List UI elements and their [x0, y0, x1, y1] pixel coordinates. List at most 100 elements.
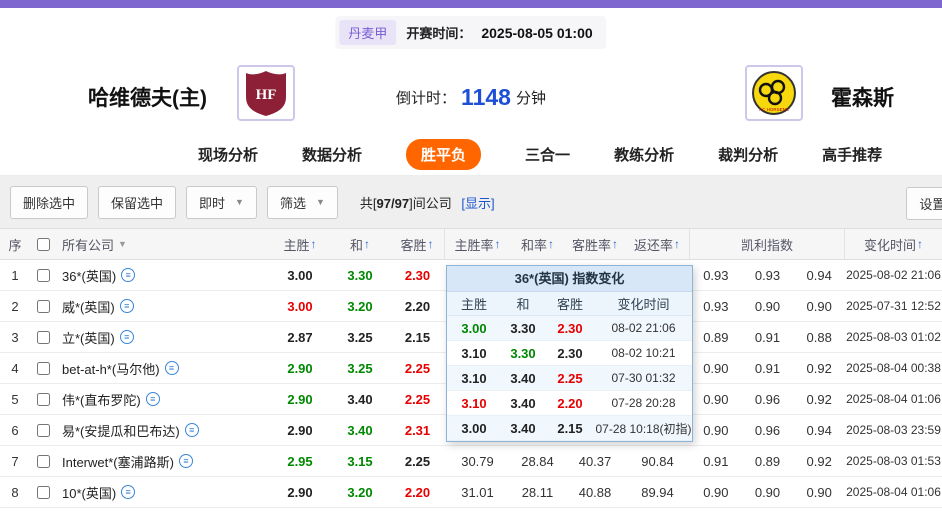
row-checkbox[interactable]: [36, 392, 50, 406]
draw-odds[interactable]: 3.15: [330, 446, 390, 476]
odds-trend-icon[interactable]: ≡: [119, 299, 134, 313]
row-checkbox[interactable]: [36, 330, 50, 344]
away-odds[interactable]: 2.25: [390, 446, 445, 476]
show-link[interactable]: [显示]: [461, 196, 494, 211]
away-odds[interactable]: 2.20: [390, 477, 445, 507]
company-name[interactable]: 10*(英国): [62, 483, 116, 502]
row-checkbox[interactable]: [36, 361, 50, 375]
header-away-odds[interactable]: 客胜 ↑: [390, 229, 445, 259]
tab-expert[interactable]: 高手推荐: [822, 144, 882, 165]
away-odds[interactable]: 2.30: [390, 260, 445, 290]
header-away-rate[interactable]: 客胜率 ↑: [565, 229, 625, 259]
home-odds[interactable]: 3.00: [270, 291, 330, 321]
odds-trend-icon[interactable]: ≡: [164, 361, 179, 375]
popup-header-time: 变化时间: [617, 297, 670, 312]
odds-trend-icon[interactable]: ≡: [184, 423, 199, 437]
row-index: 3: [11, 329, 19, 345]
row-index: 5: [11, 391, 19, 407]
header-draw-odds-label: 和: [349, 237, 363, 253]
row-checkbox[interactable]: [36, 485, 50, 499]
company-name[interactable]: 立*(英国): [62, 328, 115, 347]
home-odds[interactable]: 2.90: [270, 477, 330, 507]
popup-change-time: 07-30 01:32: [611, 371, 676, 385]
header-home-rate[interactable]: 主胜率 ↑: [445, 229, 510, 259]
header-draw-odds[interactable]: 和 ↑: [330, 229, 390, 259]
row-checkbox[interactable]: [36, 423, 50, 437]
header-home-odds[interactable]: 主胜 ↑: [270, 229, 330, 259]
draw-odds[interactable]: 3.20: [330, 477, 390, 507]
draw-odds[interactable]: 3.25: [330, 322, 390, 352]
draw-odds[interactable]: 3.40: [330, 384, 390, 414]
company-name[interactable]: 易*(安提瓜和巴布达): [62, 421, 180, 440]
home-odds[interactable]: 2.87: [270, 322, 330, 352]
header-return-rate[interactable]: 返还率 ↑: [625, 229, 690, 259]
popup-history-row: 3.10 3.30 2.30 08-02 10:21: [447, 341, 692, 366]
change-time: 2025-08-04 01:06: [846, 485, 941, 499]
odds-trend-icon[interactable]: ≡: [178, 454, 193, 468]
away-odds[interactable]: 2.31: [390, 415, 445, 445]
delete-selected-button[interactable]: 删除选中: [10, 185, 89, 219]
company-name[interactable]: Interwet*(塞浦路斯): [62, 452, 174, 471]
company-name[interactable]: bet-at-h*(马尔他): [62, 359, 160, 378]
draw-odds[interactable]: 3.40: [330, 415, 390, 445]
tab-1x2[interactable]: 胜平负: [406, 139, 482, 170]
draw-odds[interactable]: 3.30: [330, 260, 390, 290]
change-time: 2025-07-31 12:52: [846, 299, 941, 313]
company-name[interactable]: 36*(英国): [62, 266, 116, 285]
home-odds[interactable]: 2.90: [270, 384, 330, 414]
kelly-away: 0.94: [806, 267, 832, 283]
header-return-rate-label: 返还率: [633, 237, 673, 253]
popup-rows: 3.00 3.30 2.30 08-02 21:06 3.10 3.30 2.30 08-02…: [447, 316, 692, 441]
tab-data[interactable]: 数据分析: [302, 144, 362, 165]
sort-arrow-icon: ↑: [612, 237, 618, 251]
home-odds[interactable]: 2.90: [270, 415, 330, 445]
header-home-rate-label: 主胜率: [454, 237, 494, 253]
company-name[interactable]: 伟*(直布罗陀): [62, 390, 141, 409]
home-odds[interactable]: 2.90: [270, 353, 330, 383]
away-odds[interactable]: 2.25: [390, 353, 445, 383]
kelly-cell: 0.90 0.96 0.92: [690, 384, 845, 414]
header-company[interactable]: 所有公司 ▼: [56, 229, 270, 259]
away-odds[interactable]: 2.25: [390, 384, 445, 414]
header-away-odds-label: 客胜: [400, 237, 427, 253]
row-checkbox[interactable]: [36, 299, 50, 313]
home-odds[interactable]: 3.00: [270, 260, 330, 290]
kelly-cell: 0.90 0.96 0.94: [690, 415, 845, 445]
company-name[interactable]: 威*(英国): [62, 297, 115, 316]
header-draw-rate[interactable]: 和率 ↑: [510, 229, 565, 259]
odds-trend-icon[interactable]: ≡: [119, 330, 134, 344]
filter-dropdown[interactable]: 筛选 ▼: [266, 185, 338, 219]
draw-odds[interactable]: 3.25: [330, 353, 390, 383]
kelly-cell: 0.91 0.89 0.92: [690, 446, 845, 476]
kelly-away: 0.94: [806, 422, 832, 438]
draw-odds[interactable]: 3.20: [330, 291, 390, 321]
row-checkbox[interactable]: [36, 454, 50, 468]
popup-away-odds: 2.25: [557, 370, 583, 386]
header-change-time[interactable]: 变化时间 ↑: [845, 229, 942, 259]
keep-selected-button[interactable]: 保留选中: [98, 185, 177, 219]
kelly-cell: 0.93 0.93 0.94: [690, 260, 845, 290]
tab-referee[interactable]: 裁判分析: [718, 144, 778, 165]
popup-draw-odds: 3.30: [510, 345, 536, 361]
odds-trend-icon[interactable]: ≡: [145, 392, 160, 406]
kelly-cell: 0.89 0.91 0.88: [690, 322, 845, 352]
settings-button[interactable]: 设置/选择: [906, 187, 942, 220]
home-odds[interactable]: 2.95: [270, 446, 330, 476]
time-filter-dropdown[interactable]: 即时 ▼: [186, 185, 257, 219]
odds-trend-icon[interactable]: ≡: [121, 268, 136, 282]
svg-text:AC HORSENS: AC HORSENS: [759, 107, 789, 112]
sort-arrow-icon: ↑: [364, 237, 370, 251]
tab-coach[interactable]: 教练分析: [614, 144, 674, 165]
select-all-checkbox[interactable]: [36, 237, 50, 251]
countdown-unit: 分钟: [515, 90, 546, 107]
away-odds[interactable]: 2.20: [390, 291, 445, 321]
countdown-value: 1148: [461, 84, 511, 110]
row-checkbox[interactable]: [36, 268, 50, 282]
tab-live[interactable]: 现场分析: [198, 144, 258, 165]
company-filter-icon[interactable]: ▼: [118, 239, 127, 249]
odds-trend-icon[interactable]: ≡: [121, 485, 136, 499]
row-checkbox-cell: [30, 384, 56, 414]
popup-history-row: 3.10 3.40 2.20 07-28 20:28: [447, 391, 692, 416]
tab-three-in-one[interactable]: 三合一: [525, 144, 570, 165]
away-odds[interactable]: 2.15: [390, 322, 445, 352]
